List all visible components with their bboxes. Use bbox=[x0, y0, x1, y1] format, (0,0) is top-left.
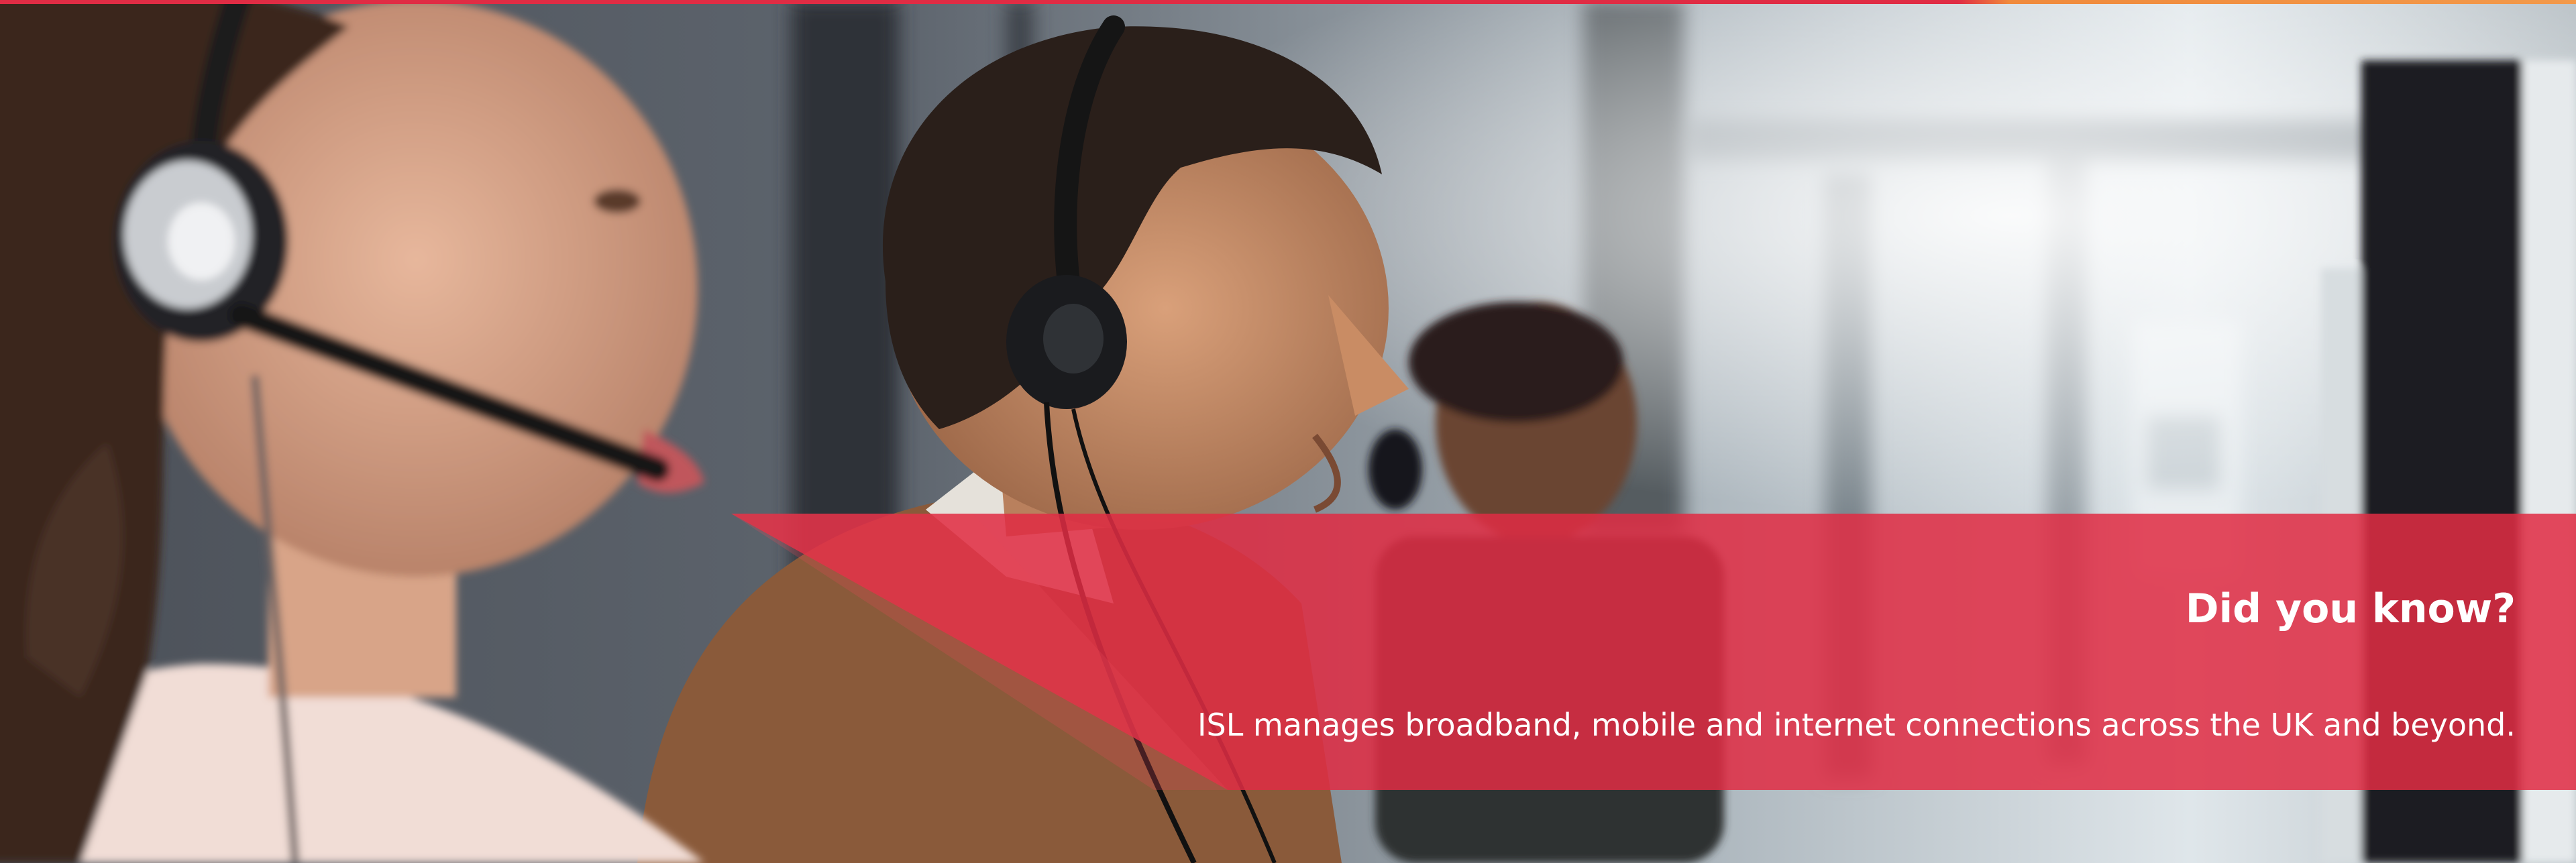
banner-text: ISL manages broadband, mobile and intern… bbox=[1197, 707, 2516, 743]
banner-title: Did you know? bbox=[2185, 585, 2516, 632]
hero-banner: Did you know? ISL manages broadband, mob… bbox=[0, 0, 2576, 863]
